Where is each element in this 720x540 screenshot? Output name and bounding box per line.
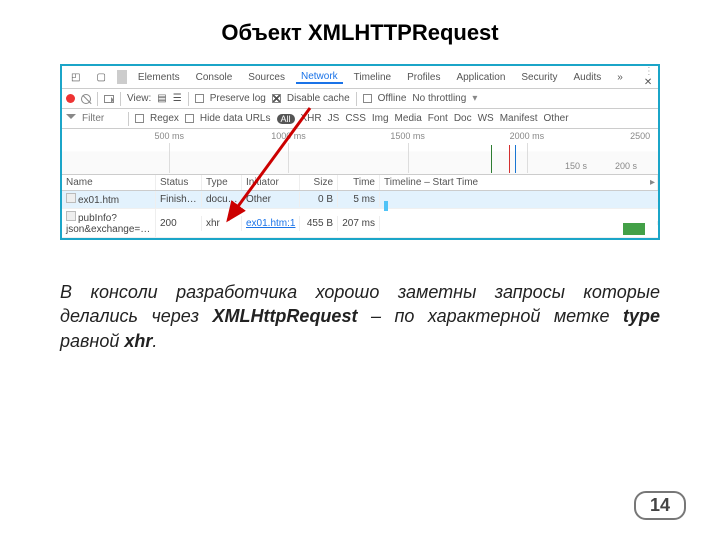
description-text: В консоли разработчика хорошо заметны за… bbox=[60, 280, 660, 353]
filter-manifest[interactable]: Manifest bbox=[500, 113, 538, 124]
table-header: Name Status Type Initiator Size Time Tim… bbox=[62, 175, 658, 191]
filter-media[interactable]: Media bbox=[395, 113, 422, 124]
col-status[interactable]: Status bbox=[156, 175, 202, 190]
initiator-link[interactable]: ex01.htm:1 bbox=[246, 218, 295, 229]
col-name[interactable]: Name bbox=[62, 175, 156, 190]
hide-data-urls-label: Hide data URLs bbox=[200, 113, 271, 124]
filter-icon[interactable] bbox=[66, 114, 76, 124]
view-small-icon[interactable]: ☰ bbox=[173, 93, 182, 104]
col-type[interactable]: Type bbox=[202, 175, 242, 190]
filter-other[interactable]: Other bbox=[544, 113, 569, 124]
filter-img[interactable]: Img bbox=[372, 113, 389, 124]
screenshot-icon[interactable] bbox=[104, 95, 114, 103]
throttling-select[interactable]: No throttling bbox=[412, 93, 466, 104]
tab-audits[interactable]: Audits bbox=[569, 72, 607, 83]
hide-data-urls-checkbox[interactable] bbox=[185, 114, 194, 123]
tab-profiles[interactable]: Profiles bbox=[402, 72, 445, 83]
tick-1500: 1500 ms bbox=[390, 131, 425, 141]
page-number: 14 bbox=[634, 491, 686, 520]
file-icon bbox=[66, 193, 76, 203]
device-icon[interactable]: ▢ bbox=[91, 72, 110, 83]
waterfall-bar bbox=[623, 223, 645, 235]
clear-icon[interactable] bbox=[81, 94, 91, 104]
page-title: Объект XMLHTTPRequest bbox=[0, 0, 720, 64]
regex-checkbox[interactable] bbox=[135, 114, 144, 123]
disable-cache-label: Disable cache bbox=[287, 93, 350, 104]
network-toolbar: View: ▤ ☰ Preserve log Disable cache Off… bbox=[62, 89, 658, 109]
table-row[interactable]: pubInfo?json&exchange=… 200 xhr ex01.htm… bbox=[62, 209, 658, 238]
dropdown-icon[interactable]: ▾ bbox=[472, 93, 477, 104]
regex-label: Regex bbox=[150, 113, 179, 124]
tabs-more[interactable]: » bbox=[612, 72, 628, 83]
file-icon bbox=[66, 211, 76, 221]
col-size[interactable]: Size bbox=[300, 175, 338, 190]
tab-sources[interactable]: Sources bbox=[243, 72, 290, 83]
tab-console[interactable]: Console bbox=[191, 72, 238, 83]
filter-input[interactable] bbox=[82, 113, 122, 124]
close-icon[interactable]: ✕ bbox=[639, 77, 657, 88]
tick-500: 500 ms bbox=[155, 131, 185, 141]
view-label: View: bbox=[127, 93, 151, 104]
preserve-log-checkbox[interactable] bbox=[195, 94, 204, 103]
offline-checkbox[interactable] bbox=[363, 94, 372, 103]
tab-elements[interactable]: Elements bbox=[133, 72, 185, 83]
kebab-icon[interactable]: ⋮ bbox=[639, 66, 659, 77]
screenshot-frame: ◰ ▢ Elements Console Sources Network Tim… bbox=[60, 64, 660, 240]
filter-font[interactable]: Font bbox=[428, 113, 448, 124]
filter-ws[interactable]: WS bbox=[478, 113, 494, 124]
tick-2000: 2000 ms bbox=[510, 131, 545, 141]
col-initiator[interactable]: Initiator bbox=[242, 175, 300, 190]
record-icon[interactable] bbox=[66, 94, 75, 103]
filter-xhr[interactable]: XHR bbox=[301, 113, 322, 124]
tab-network[interactable]: Network bbox=[296, 71, 343, 84]
filter-all[interactable]: All bbox=[277, 114, 295, 124]
table-row[interactable]: ex01.htm Finish… docu… Other 0 B 5 ms bbox=[62, 191, 658, 209]
filter-js[interactable]: JS bbox=[328, 113, 340, 124]
tab-application[interactable]: Application bbox=[451, 72, 510, 83]
disable-cache-checkbox[interactable] bbox=[272, 94, 281, 103]
col-timeline[interactable]: Timeline – Start Time 150 s 200 s ▸ bbox=[380, 175, 658, 190]
inspect-icon[interactable]: ◰ bbox=[66, 72, 85, 83]
preserve-log-label: Preserve log bbox=[210, 93, 266, 104]
tab-timeline[interactable]: Timeline bbox=[349, 72, 396, 83]
filter-css[interactable]: CSS bbox=[345, 113, 366, 124]
tick-2500: 2500 bbox=[630, 131, 650, 141]
waterfall-bar bbox=[384, 201, 388, 211]
offline-label: Offline bbox=[378, 93, 407, 104]
filter-bar: Regex Hide data URLs All XHR JS CSS Img … bbox=[62, 109, 658, 129]
tab-security[interactable]: Security bbox=[516, 72, 562, 83]
col-time[interactable]: Time bbox=[338, 175, 380, 190]
filter-doc[interactable]: Doc bbox=[454, 113, 472, 124]
tick-1000: 1000 ms bbox=[271, 131, 306, 141]
devtools-panel: ◰ ▢ Elements Console Sources Network Tim… bbox=[62, 66, 658, 238]
view-large-icon[interactable]: ▤ bbox=[157, 93, 166, 104]
devtools-tabs: ◰ ▢ Elements Console Sources Network Tim… bbox=[62, 66, 658, 89]
